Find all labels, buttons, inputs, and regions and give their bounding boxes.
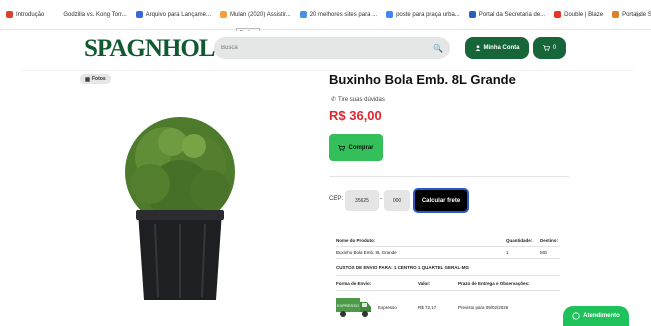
account-button-label: Minha Conta: [483, 45, 520, 51]
bookmark-item[interactable]: Portal da Secretaria de...: [468, 11, 546, 18]
row-divider: [336, 290, 560, 291]
bookmark-favicon-icon: [299, 11, 307, 18]
black-pot: [136, 210, 224, 300]
buy-button-label: Comprar: [348, 144, 374, 151]
cell-method: Expresso: [378, 305, 397, 310]
calculate-freight-button[interactable]: Calcular frete: [413, 188, 469, 213]
cell-deadline: Previsto para 09/02/2026: [458, 305, 509, 310]
bookmark-label: Arquivo para Lançame...: [145, 11, 211, 18]
bookmark-favicon-icon: [612, 11, 620, 18]
whatsapp-icon: [572, 312, 580, 320]
cell-quantity: 1: [506, 250, 509, 255]
bookmark-item[interactable]: Godzilla vs. Kong Torr...: [53, 11, 127, 18]
product-image[interactable]: [110, 112, 250, 302]
col-method: Forma de Envio:: [336, 281, 372, 286]
ask-question-label: Tire suas dúvidas: [338, 96, 385, 103]
cep-label: CEP:: [329, 196, 344, 202]
ask-question-link[interactable]: ✆ Tire suas dúvidas: [331, 96, 385, 104]
account-button[interactable]: Minha Conta: [465, 37, 529, 59]
bookmark-item[interactable]: poste para praça urba...: [386, 11, 460, 18]
bookmark-favicon-icon: [386, 11, 394, 18]
site-logo[interactable]: SPAGNHOL: [84, 35, 215, 63]
cart-icon: [542, 45, 550, 51]
bookmark-label: Double | Blaze: [564, 11, 604, 18]
cep-input-suffix[interactable]: 000: [384, 190, 410, 211]
search-bar: 🔍: [214, 37, 450, 59]
cell-destination: MG: [540, 250, 548, 255]
whatsapp-support-button[interactable]: Atendimento: [563, 306, 629, 326]
route-title-text: CUSTOS DE ENVIO PARA: 1 CENTRO 1 QUARTEL…: [336, 265, 470, 270]
photos-label: Fotos: [92, 76, 106, 82]
col-destination: Destino:: [540, 238, 558, 243]
bookmark-item[interactable]: Arquivo para Lançame...: [135, 11, 211, 18]
cart-button[interactable]: 0: [533, 37, 566, 59]
cell-product-name: Buxinho Bola Emb. 8L Grande: [336, 250, 397, 255]
col-quantity: Quantidade:: [506, 238, 533, 243]
truck-text: EXPRESSO: [337, 303, 359, 308]
cart-icon: [338, 144, 346, 151]
row-divider: [336, 258, 560, 259]
row-divider: [336, 275, 560, 276]
image-icon: [85, 76, 90, 82]
bookmark-favicon-icon: [53, 11, 61, 18]
user-icon: [475, 45, 480, 51]
bookmark-favicon-icon: [468, 11, 476, 18]
bookmark-item[interactable]: Double | Blaze: [554, 11, 603, 18]
bookmarks-bar: Introdução Godzilla vs. Kong Torr... Arqui…: [0, 0, 651, 30]
cell-value: R$ 72,17: [418, 305, 437, 310]
row-divider: [336, 246, 560, 247]
cep-input-prefix[interactable]: 35625: [345, 190, 379, 211]
bookmark-item[interactable]: 20 melhores sites para ...: [299, 11, 378, 18]
cart-count: 0: [552, 45, 557, 51]
whatsapp-label: Atendimento: [583, 313, 620, 319]
bookmark-label: Mulan (2020) Assistir...: [230, 11, 291, 18]
bookmark-item[interactable]: Portal de Solicitações: [612, 11, 651, 18]
search-input[interactable]: [221, 45, 434, 51]
bookmark-favicon-icon: [135, 11, 143, 18]
bookmark-label: Portal da Secretaria de...: [478, 11, 546, 18]
photos-button[interactable]: Fotos: [80, 74, 111, 84]
bookmark-favicon-icon: [220, 11, 227, 18]
site-header: SPAGNHOL 🔍 Minha Conta 0: [22, 31, 633, 71]
product-price: R$ 36,00: [329, 108, 382, 123]
section-divider: [329, 176, 569, 177]
bookmark-favicon-icon: [554, 11, 562, 18]
search-icon[interactable]: 🔍: [433, 44, 443, 53]
buy-button[interactable]: Comprar: [329, 134, 383, 161]
bookmarks-overflow-button[interactable]: »: [636, 9, 641, 19]
bookmark-item[interactable]: Mulan (2020) Assistir...: [220, 11, 291, 18]
col-value: Valor:: [418, 281, 431, 286]
bookmark-label: poste para praça urba...: [396, 11, 460, 18]
product-title: Buxinho Bola Emb. 8L Grande: [329, 72, 516, 87]
bookmark-item[interactable]: Introdução: [6, 11, 44, 18]
cep-separator: -: [380, 196, 382, 202]
bookmark-label: Introdução: [16, 11, 45, 18]
bookmark-label: 20 melhores sites para ...: [309, 11, 378, 18]
truck-icon: EXPRESSO: [336, 298, 371, 317]
col-product-name: Nome do Produto:: [336, 238, 376, 243]
bookmark-favicon-icon: [6, 11, 13, 18]
col-deadline: Prazo de Entrega e Observações:: [458, 281, 530, 286]
bookmark-label: Godzilla vs. Kong Torr...: [63, 11, 127, 18]
whatsapp-icon: ✆: [331, 97, 337, 103]
